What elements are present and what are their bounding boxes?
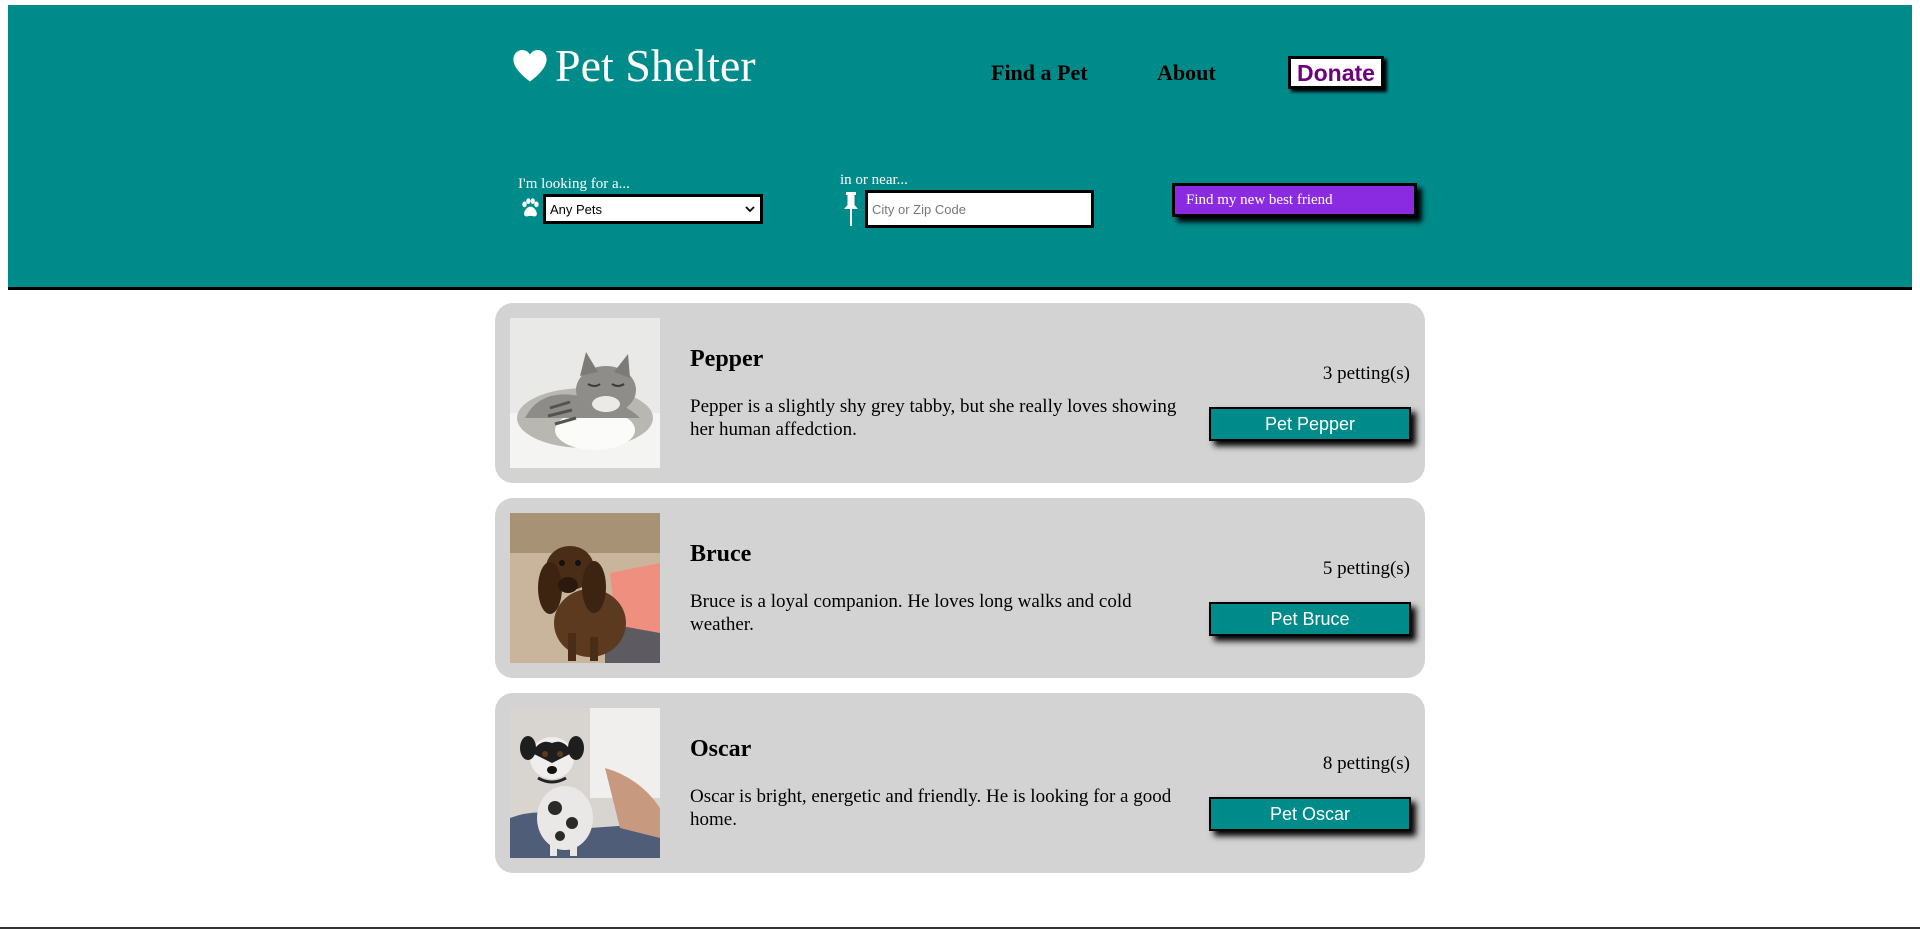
petting-count: 5 petting(s) [1322, 558, 1410, 579]
petting-count: 3 petting(s) [1322, 363, 1410, 384]
location-input[interactable] [865, 190, 1094, 228]
petting-count: 8 petting(s) [1322, 753, 1410, 774]
pet-description: Bruce is a loyal companion. He loves lon… [690, 591, 1132, 635]
pet-type-label: I'm looking for a... [518, 176, 630, 192]
chevron-down-icon [745, 206, 755, 213]
page: Pet Shelter Find a Pet About Donate I'm … [0, 0, 1920, 929]
pet-card-bruce: Bruce Bruce is a loyal companion. He lov… [495, 498, 1425, 678]
pet-bruce-button[interactable]: Pet Bruce [1209, 602, 1411, 636]
location-label: in or near... [840, 172, 908, 188]
pet-name: Pepper [690, 346, 764, 372]
donate-button[interactable]: Donate [1288, 56, 1384, 89]
grey-tabby-cat-photo [510, 318, 660, 468]
pet-description: Oscar is bright, energetic and friendly.… [690, 786, 1172, 830]
pushpin-icon [844, 192, 858, 226]
site-header: Pet Shelter Find a Pet About Donate I'm … [8, 5, 1912, 290]
pet-photo-bruce [510, 513, 660, 663]
spotted-puppy-photo [510, 708, 660, 858]
nav-about[interactable]: About [1157, 60, 1216, 86]
site-title: Pet Shelter [555, 40, 756, 91]
pet-name: Oscar [690, 736, 752, 762]
brand[interactable]: Pet Shelter [511, 43, 756, 89]
paw-icon [522, 198, 539, 217]
nav-find-a-pet[interactable]: Find a Pet [991, 60, 1088, 86]
pet-photo-oscar [510, 708, 660, 858]
pet-oscar-button[interactable]: Pet Oscar [1209, 797, 1411, 831]
pet-card-oscar: Oscar Oscar is bright, energetic and fri… [495, 693, 1425, 873]
pet-pepper-button[interactable]: Pet Pepper [1209, 407, 1411, 441]
pet-type-selected: Any Pets [550, 201, 603, 217]
pet-card-pepper: Pepper Pepper is a slightly shy grey tab… [495, 303, 1425, 483]
pet-list: Pepper Pepper is a slightly shy grey tab… [495, 303, 1425, 888]
heart-icon [513, 49, 547, 82]
pet-description: Pepper is a slightly shy grey tabby, but… [690, 396, 1177, 440]
find-best-friend-button[interactable]: Find my new best friend [1172, 183, 1417, 217]
brown-dachshund-photo [510, 513, 660, 663]
pet-photo-pepper [510, 318, 660, 468]
pet-name: Bruce [690, 541, 752, 567]
pet-type-select[interactable]: Any Pets [543, 194, 763, 224]
